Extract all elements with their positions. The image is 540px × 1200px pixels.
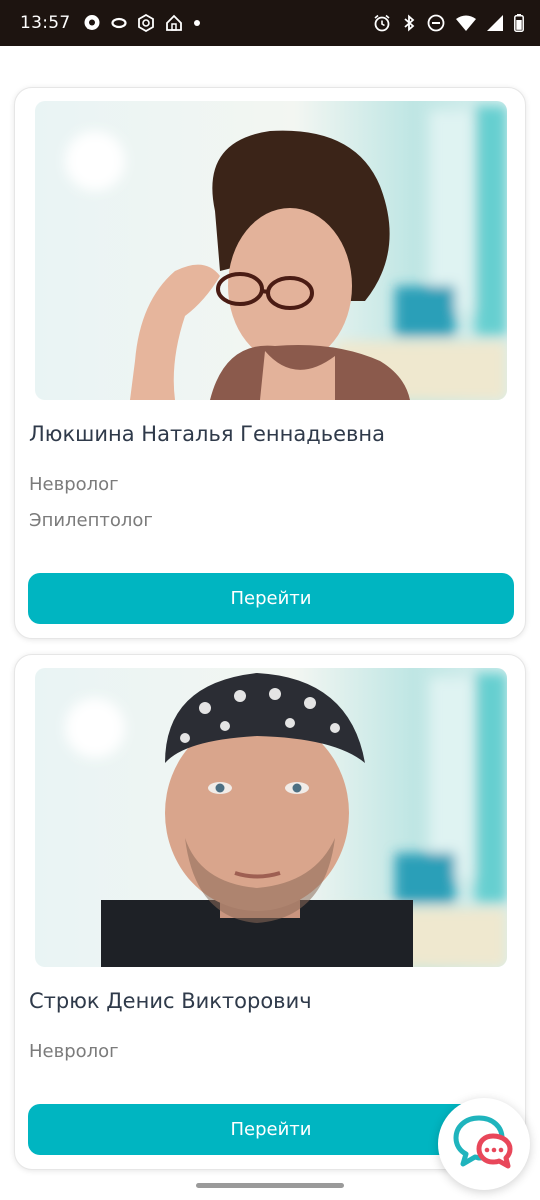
bluetooth-icon — [402, 14, 416, 32]
wifi-icon — [456, 15, 476, 31]
status-time: 13:57 — [20, 13, 71, 33]
cellular-signal-icon — [487, 15, 503, 31]
status-right-icons — [373, 14, 524, 32]
do-not-disturb-icon — [427, 14, 445, 32]
vpn-icon — [137, 14, 155, 32]
doctor-card: Люкшина Наталья Геннадьевна Невролог Эпи… — [14, 87, 526, 639]
doctor-card: Стрюк Денис Викторович Невролог Перейти — [14, 654, 526, 1170]
doctor-specialty: Эпилептолог — [29, 510, 153, 531]
doctor-specialty: Невролог — [29, 474, 119, 495]
dot-icon — [193, 19, 201, 27]
doctor-list[interactable]: Люкшина Наталья Геннадьевна Невролог Эпи… — [0, 46, 540, 1200]
doctor-name: Люкшина Наталья Геннадьевна — [29, 422, 386, 446]
chat-bubbles-icon — [453, 1114, 515, 1174]
go-button[interactable]: Перейти — [28, 573, 514, 624]
home-icon — [165, 14, 183, 32]
status-bar: 13:57 — [0, 0, 540, 46]
home-indicator[interactable] — [196, 1183, 344, 1188]
battery-icon — [514, 14, 524, 32]
status-left-icons — [83, 14, 201, 32]
doctor-specialty: Невролог — [29, 1041, 119, 1062]
messenger-icon — [83, 14, 101, 32]
chat-button[interactable] — [438, 1098, 530, 1190]
doctor-photo — [35, 668, 507, 967]
doctor-photo — [35, 101, 507, 400]
alarm-icon — [373, 14, 391, 32]
link-icon — [110, 17, 127, 29]
doctor-name: Стрюк Денис Викторович — [29, 989, 312, 1013]
